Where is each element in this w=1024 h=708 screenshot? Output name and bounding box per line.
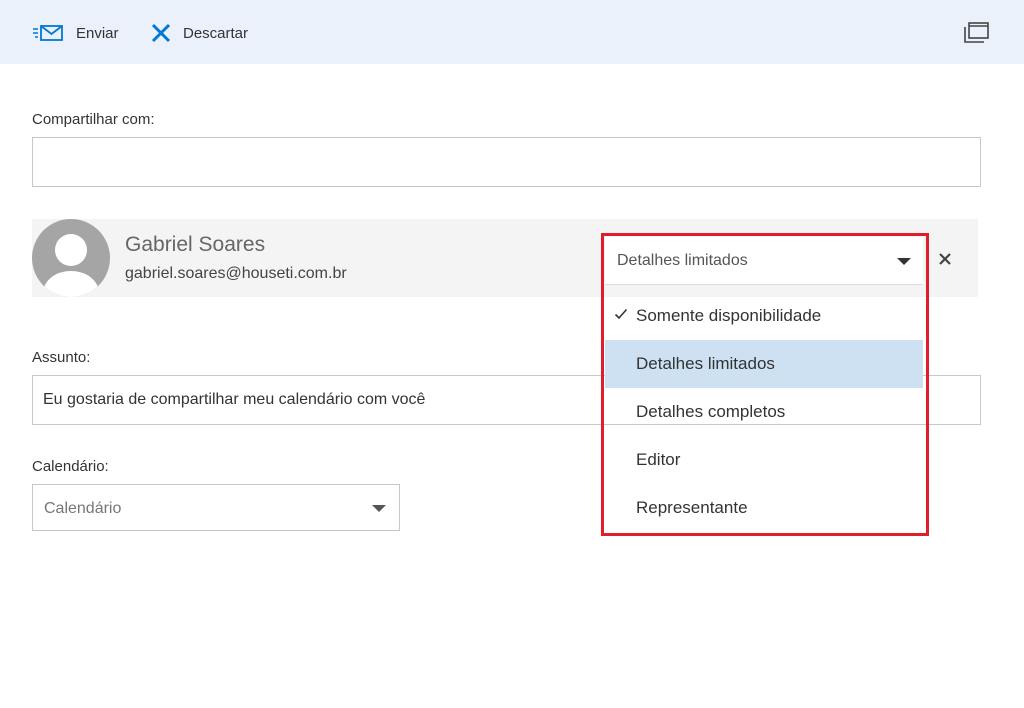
remove-recipient-button[interactable] bbox=[937, 251, 953, 267]
toolbar: Enviar Descartar bbox=[0, 0, 1024, 64]
permission-option-label: Editor bbox=[636, 450, 681, 469]
permission-option-label: Somente disponibilidade bbox=[636, 306, 822, 325]
permission-option-label: Representante bbox=[636, 498, 748, 517]
permission-option-detalhes-limitados[interactable]: Detalhes limitados bbox=[605, 340, 923, 388]
permission-option-editor[interactable]: Editor bbox=[605, 436, 923, 484]
permission-option-detalhes-completos[interactable]: Detalhes completos bbox=[605, 388, 923, 436]
permission-option-label: Detalhes completos bbox=[636, 402, 786, 421]
discard-button[interactable]: Descartar bbox=[150, 20, 248, 46]
chevron-down-icon bbox=[372, 505, 386, 512]
permission-option-somente-disponibilidade[interactable]: Somente disponibilidade bbox=[605, 292, 923, 340]
share-with-input[interactable] bbox=[32, 137, 981, 187]
send-mail-icon bbox=[32, 23, 66, 43]
checkmark-icon bbox=[614, 306, 628, 320]
recipient-name: Gabriel Soares bbox=[125, 233, 266, 256]
discard-label: Descartar bbox=[183, 24, 249, 42]
close-x-icon bbox=[150, 22, 172, 44]
permission-option-representante[interactable]: Representante bbox=[605, 484, 923, 532]
default-person-avatar-icon bbox=[32, 219, 110, 297]
subject-label: Assunto: bbox=[32, 349, 91, 366]
permission-option-label: Detalhes limitados bbox=[636, 354, 775, 373]
popout-window-icon bbox=[961, 22, 991, 50]
chevron-down-icon bbox=[897, 258, 911, 265]
permission-menu: Somente disponibilidade Detalhes limitad… bbox=[605, 292, 923, 532]
permission-select[interactable]: Detalhes limitados bbox=[605, 237, 923, 285]
share-with-label: Compartilhar com: bbox=[32, 111, 155, 128]
send-button[interactable]: Enviar bbox=[32, 20, 119, 46]
send-label: Enviar bbox=[76, 24, 119, 42]
popout-window-button[interactable] bbox=[961, 20, 991, 46]
calendar-select-value: Calendário bbox=[44, 500, 122, 517]
calendar-select[interactable]: Calendário bbox=[32, 484, 400, 531]
recipient-email: gabriel.soares@houseti.com.br bbox=[125, 265, 347, 282]
calendar-label: Calendário: bbox=[32, 458, 109, 475]
permission-select-value: Detalhes limitados bbox=[617, 252, 748, 269]
close-icon bbox=[939, 253, 951, 265]
